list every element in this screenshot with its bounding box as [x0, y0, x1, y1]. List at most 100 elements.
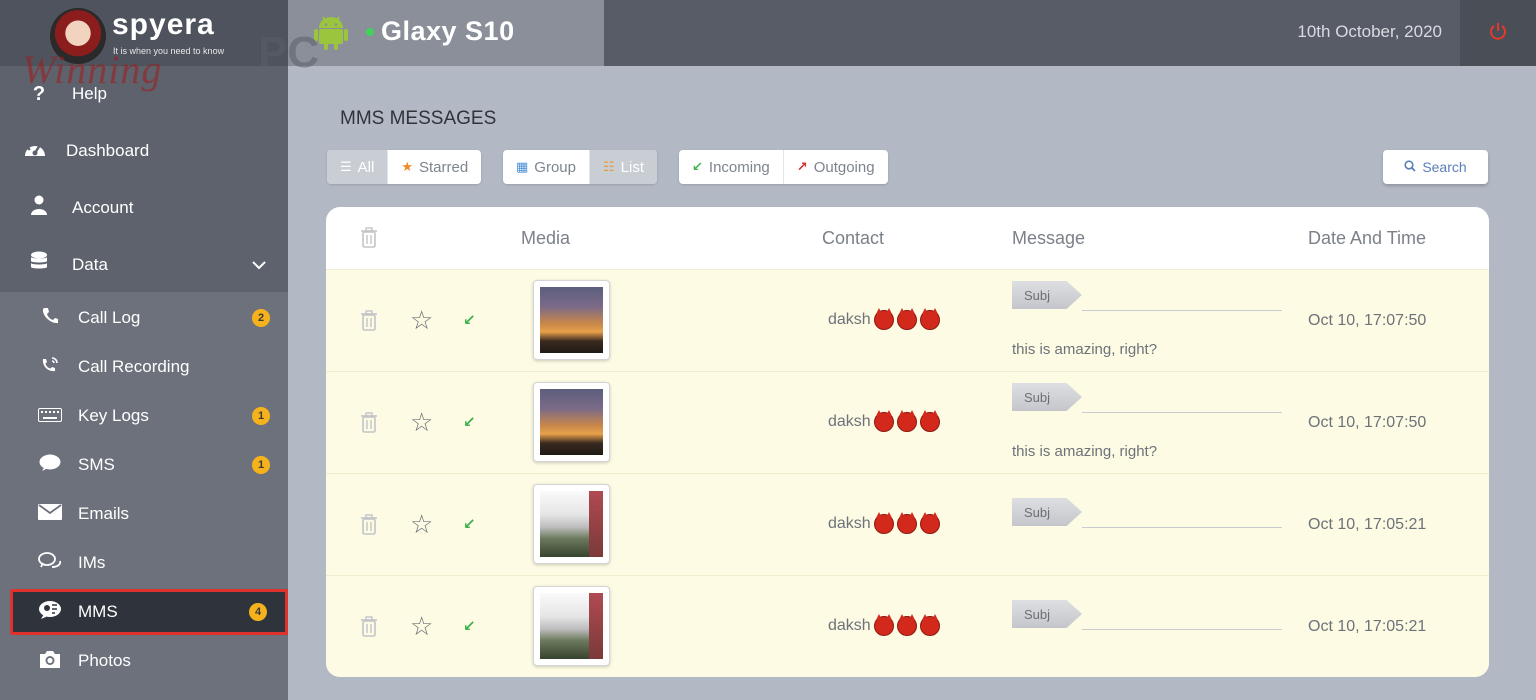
devil-emoji-icon	[873, 614, 894, 636]
table-header: Media Contact Message Date And Time	[326, 207, 1489, 269]
layout-group-button[interactable]: ▦ Group	[503, 150, 590, 184]
contact-name: daksh	[828, 413, 871, 430]
sidebar-item-label: Account	[72, 198, 134, 217]
star-outline-icon[interactable]: ☆	[410, 511, 433, 537]
devil-emoji-icon	[896, 614, 917, 636]
filter-outgoing-label: Outgoing	[813, 158, 875, 176]
devil-emoji-icon	[919, 410, 940, 432]
media-thumbnail[interactable]	[533, 586, 610, 666]
subject-tag: Subj	[1012, 281, 1082, 309]
table-row[interactable]: ☆ ↙ daksh Subj this is amazing, right? O…	[326, 269, 1489, 371]
trash-icon[interactable]	[359, 514, 379, 536]
media-thumbnail[interactable]	[533, 382, 610, 462]
sidebar-item-call-log[interactable]: Call Log 2	[0, 295, 288, 341]
count-badge: 1	[252, 407, 270, 425]
sidebar-item-label: Call Recording	[78, 357, 190, 376]
page-title: MMS MESSAGES	[340, 108, 497, 129]
subject-tag: Subj	[1012, 498, 1082, 526]
camera-icon	[37, 649, 63, 674]
filter-starred-button[interactable]: ★ Starred	[388, 150, 481, 184]
search-button[interactable]: Search	[1383, 150, 1488, 184]
database-icon	[26, 251, 52, 279]
layout-list-button[interactable]: ☷ List	[590, 150, 657, 184]
filter-outgoing-button[interactable]: ↗ Outgoing	[784, 150, 888, 184]
list-lines-icon: ☰	[340, 159, 352, 174]
star-outline-icon[interactable]: ☆	[410, 409, 433, 435]
star-outline-icon[interactable]: ☆	[410, 307, 433, 333]
power-icon	[1489, 22, 1507, 45]
column-header-datetime: Date And Time	[1308, 228, 1427, 248]
layout-list-label: List	[620, 158, 644, 176]
subject-tag: Subj	[1012, 600, 1082, 628]
star-filled-icon: ★	[401, 159, 413, 174]
contact-name: daksh	[828, 617, 871, 634]
column-header-contact: Contact	[822, 228, 885, 248]
sidebar-item-ims[interactable]: IMs	[0, 540, 288, 586]
subject-divider	[1082, 527, 1282, 528]
datetime-cell: Oct 10, 17:07:50	[1308, 414, 1427, 431]
devil-emoji-icon	[896, 410, 917, 432]
sidebar-item-emails[interactable]: Emails	[0, 491, 288, 537]
trash-icon[interactable]	[359, 310, 379, 332]
phone-recording-icon	[37, 355, 63, 380]
filter-group-view: ☰ All ★ Starred	[327, 150, 482, 184]
sidebar-item-help[interactable]: ? Help	[0, 68, 288, 120]
sidebar-item-dashboard[interactable]: Dashboard	[0, 125, 288, 177]
search-label: Search	[1422, 159, 1467, 175]
table-row[interactable]: ☆ ↙ daksh Subj Oct 10, 17:05:21	[326, 473, 1489, 575]
contact-name: daksh	[828, 311, 871, 328]
trash-icon[interactable]	[359, 412, 379, 434]
device-name[interactable]: Glaxy S10	[381, 16, 515, 47]
arrow-incoming-icon: ↙	[463, 516, 476, 533]
column-header-media: Media	[521, 228, 571, 248]
table-row[interactable]: ☆ ↙ daksh Subj this is amazing, right? O…	[326, 371, 1489, 473]
sidebar-item-label: SMS	[78, 455, 115, 474]
devil-emoji-icon	[919, 308, 940, 330]
table-row[interactable]: ☆ ↙ daksh Subj Oct 10, 17:05:21	[326, 575, 1489, 677]
datetime-cell: Oct 10, 17:05:21	[1308, 516, 1427, 533]
subject-divider	[1082, 412, 1282, 413]
sidebar-item-label: Emails	[78, 504, 130, 523]
mms-icon	[37, 600, 63, 625]
contact-cell: daksh	[828, 614, 940, 636]
sidebar-item-mms[interactable]: MMS 4	[10, 589, 288, 635]
watermark-pc-text: PC	[258, 28, 320, 77]
count-badge: 4	[249, 603, 267, 621]
count-badge: 1	[252, 456, 270, 474]
datetime-cell: Oct 10, 17:07:50	[1308, 312, 1427, 329]
devil-emoji-icon	[873, 410, 894, 432]
arrow-incoming-icon: ↙	[463, 618, 476, 635]
im-icon	[37, 551, 63, 575]
logo-text: spyera	[112, 8, 215, 41]
top-bar: 10th October, 2020	[604, 0, 1536, 66]
arrow-outgoing-icon: ↗	[796, 159, 808, 174]
current-date: 10th October, 2020	[1297, 22, 1442, 41]
sidebar-item-call-recording[interactable]: Call Recording	[0, 344, 288, 390]
filter-group-layout: ▦ Group ☷ List	[503, 150, 657, 184]
filter-incoming-button[interactable]: ↙ Incoming	[679, 150, 784, 184]
media-thumbnail[interactable]	[533, 484, 610, 564]
grid-icon: ▦	[516, 159, 529, 174]
sidebar-item-photos[interactable]: Photos	[0, 638, 288, 684]
dashboard-icon	[22, 138, 48, 164]
filter-group-direction: ↙ Incoming ↗ Outgoing	[679, 150, 888, 184]
fog-photo	[540, 491, 603, 557]
sunset-photo	[540, 389, 603, 455]
trash-icon[interactable]	[359, 227, 379, 249]
sidebar-item-sms[interactable]: SMS 1	[0, 442, 288, 488]
filter-starred-label: Starred	[418, 158, 469, 176]
filter-all-button[interactable]: ☰ All	[327, 150, 389, 184]
sunset-photo	[540, 287, 603, 353]
trash-icon[interactable]	[359, 616, 379, 638]
sidebar-item-key-logs[interactable]: Key Logs 1	[0, 393, 288, 439]
sidebar-item-label: MMS	[78, 602, 118, 621]
logout-button[interactable]	[1460, 0, 1536, 66]
devil-emoji-icon	[919, 614, 940, 636]
logo-area: spyera It is when you need to know Winni…	[0, 0, 288, 92]
sidebar-item-account[interactable]: Account	[0, 182, 288, 234]
contact-cell: daksh	[828, 410, 940, 432]
sidebar-item-data[interactable]: Data	[0, 239, 288, 291]
star-outline-icon[interactable]: ☆	[410, 613, 433, 639]
media-thumbnail[interactable]	[533, 280, 610, 360]
envelope-icon	[37, 503, 63, 525]
